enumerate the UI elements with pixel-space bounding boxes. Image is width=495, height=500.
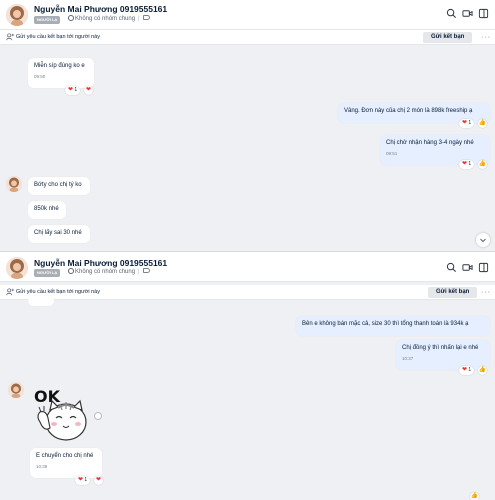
thumbs-up-icon: 👍: [478, 367, 487, 373]
avatar[interactable]: [8, 382, 24, 398]
mutual-groups-info: Không có nhóm chung |: [68, 268, 150, 275]
video-call-icon[interactable]: [462, 8, 473, 19]
more-options-icon[interactable]: ···: [481, 34, 491, 41]
reaction-summary[interactable]: ❤ 1: [65, 86, 81, 95]
chat-window-top: Nguyễn Mai Phương 0919555161 NGƯỜI LẠ Kh…: [0, 0, 495, 251]
heart-icon: ❤: [95, 477, 102, 483]
share-icon[interactable]: [94, 412, 102, 420]
thumbs-up-icon: 👍: [478, 120, 487, 126]
heart-icon: ❤: [68, 87, 74, 93]
message-incoming[interactable]: Miễn síp đúng ko e 09:50: [28, 58, 94, 88]
heart-reaction-button[interactable]: ❤: [84, 86, 93, 95]
reaction-count: 1: [468, 161, 472, 167]
sticker[interactable]: OK: [28, 382, 92, 446]
message-outgoing[interactable]: Bên e không bán mặc cả, size 30 thì tổng…: [296, 316, 490, 336]
message-incoming[interactable]: Bớty cho chị tý ko: [28, 177, 90, 195]
tag-icon[interactable]: [142, 15, 150, 20]
thumbs-up-reaction-button[interactable]: 👍: [478, 160, 487, 169]
message-text: Bớty cho chị tý ko: [34, 182, 82, 188]
stranger-badge: NGƯỜI LẠ: [34, 16, 61, 24]
thumbs-up-reaction-button[interactable]: 👍: [478, 119, 487, 128]
thumbs-up-icon: 👍: [478, 161, 487, 167]
message-text: Chị chờ nhận hàng 3-4 ngày nhé: [386, 140, 474, 146]
group-icon: [68, 268, 74, 274]
reaction-summary[interactable]: ❤ 1: [459, 366, 475, 375]
mutual-groups-text: Không có nhóm chung: [75, 16, 136, 22]
heart-icon: ❤: [462, 367, 468, 373]
sticker-text: OK: [34, 387, 61, 406]
thumbs-up-reaction-button[interactable]: 👍: [478, 366, 487, 375]
send-friend-request-button[interactable]: Gửi kết bạn: [428, 287, 478, 298]
chat-header: Nguyễn Mai Phương 0919555161 NGƯỜI LẠ Kh…: [0, 252, 495, 282]
message-text: E chuyển cho chị nhé: [36, 453, 94, 459]
message-outgoing[interactable]: Chị chờ nhận hàng 3-4 ngày nhé 09:51: [380, 135, 490, 165]
message-text: Bên e không bán mặc cả, size 30 thì tổng…: [302, 321, 469, 327]
thumbs-up-icon: 👍: [470, 493, 479, 499]
avatar[interactable]: [6, 4, 28, 26]
sidebar-toggle-icon[interactable]: [478, 262, 489, 273]
scroll-down-button[interactable]: [476, 233, 490, 247]
message-time: 10:37: [402, 356, 414, 361]
message-time: 09:51: [386, 151, 398, 156]
reaction-count: 1: [74, 87, 78, 93]
friend-request-text: Gửi yêu cầu kết bạn tới người này: [16, 34, 100, 40]
heart-icon: ❤: [78, 477, 84, 483]
video-call-icon[interactable]: [462, 262, 473, 273]
avatar[interactable]: [6, 257, 28, 279]
reaction-summary[interactable]: ❤ 1: [459, 160, 475, 169]
search-icon[interactable]: [446, 262, 457, 273]
contact-name[interactable]: Nguyễn Mai Phương 0919555161: [34, 258, 167, 268]
chat-window-bottom: Nguyễn Mai Phương 0919555161 NGƯỜI LẠ Kh…: [0, 251, 495, 500]
thumbs-up-reaction-button[interactable]: 👍: [470, 492, 479, 500]
message-time: 09:50: [34, 74, 46, 79]
heart-icon: ❤: [462, 161, 468, 167]
reaction-count: 1: [468, 120, 472, 126]
friend-request-bar: Gửi yêu cầu kết bạn tới người này Gửi kế…: [0, 30, 495, 45]
message-text: Chị đồng ý thì nhấn lại e nhé: [402, 345, 479, 351]
message-incoming[interactable]: Chị lấy sai 30 nhé: [28, 225, 90, 243]
message-text: Chị lấy sai 30 nhé: [34, 230, 82, 236]
send-friend-request-button[interactable]: Gửi kết bạn: [423, 32, 473, 43]
message-text: 850k nhé: [34, 206, 59, 212]
heart-reaction-button[interactable]: ❤: [94, 476, 103, 485]
search-icon[interactable]: [446, 8, 457, 19]
tag-icon[interactable]: [142, 268, 150, 273]
reaction-summary[interactable]: ❤ 1: [75, 476, 91, 485]
mutual-groups-text: Không có nhóm chung: [75, 269, 136, 275]
mutual-groups-info: Không có nhóm chung |: [68, 15, 150, 22]
sidebar-toggle-icon[interactable]: [478, 8, 489, 19]
message-text: Miễn síp đúng ko e: [34, 63, 85, 69]
message-outgoing[interactable]: Chị đồng ý thì nhấn lại e nhé 10:37: [396, 340, 490, 370]
add-friend-icon: [6, 288, 14, 296]
more-options-icon[interactable]: ···: [481, 289, 491, 296]
reaction-summary[interactable]: ❤ 1: [459, 119, 475, 128]
chat-header: Nguyễn Mai Phương 0919555161 NGƯỜI LẠ Kh…: [0, 0, 495, 30]
heart-icon: ❤: [462, 120, 468, 126]
message-incoming[interactable]: 850k nhé: [28, 201, 66, 219]
contact-name[interactable]: Nguyễn Mai Phương 0919555161: [34, 4, 167, 14]
reaction-count: 1: [84, 477, 88, 483]
heart-icon: ❤: [85, 87, 92, 93]
add-friend-icon: [6, 33, 14, 41]
message-incoming[interactable]: E chuyển cho chị nhé 10:38: [30, 448, 102, 478]
stranger-badge: NGƯỜI LẠ: [34, 269, 61, 277]
chevron-down-icon: [480, 238, 486, 243]
message-time: 10:38: [36, 464, 48, 469]
avatar[interactable]: [6, 176, 22, 192]
friend-request-text: Gửi yêu cầu kết bạn tới người này: [16, 289, 100, 295]
message-incoming-partial: [28, 296, 54, 306]
reaction-count: 1: [468, 367, 472, 373]
message-text: Vâng. Đơn này của chị 2 món là 898k free…: [344, 108, 473, 114]
friend-request-bar: Gửi yêu cầu kết bạn tới người này Gửi kế…: [0, 285, 495, 300]
group-icon: [68, 15, 74, 21]
